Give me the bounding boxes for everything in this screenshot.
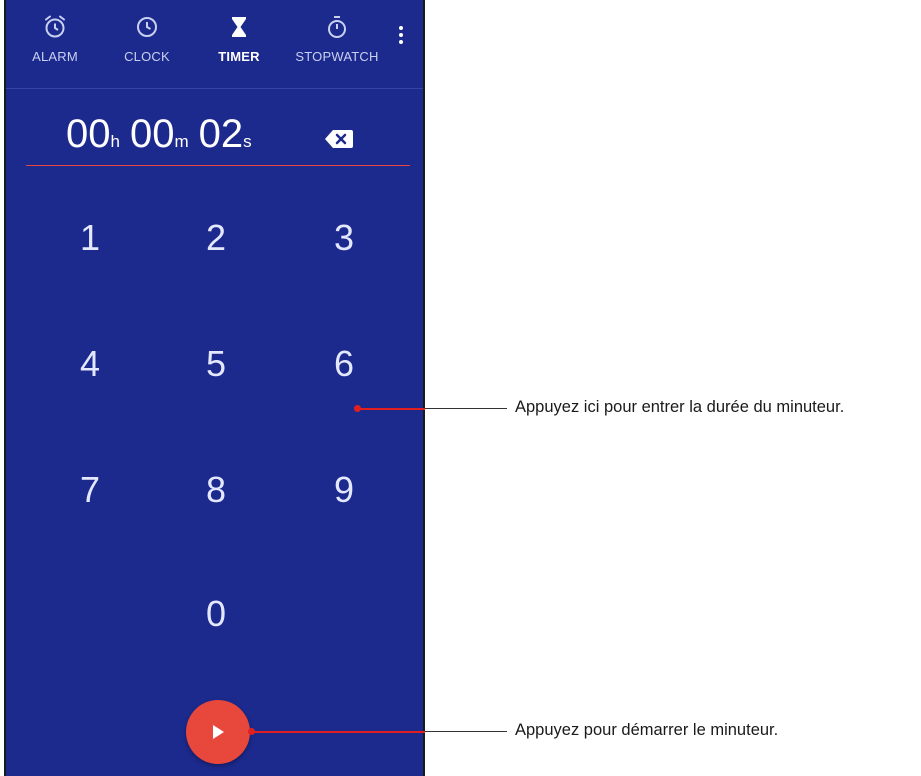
time-input-underline (26, 165, 410, 166)
callout-line (358, 408, 425, 410)
keypad-key-6[interactable]: 6 (304, 329, 384, 399)
stopwatch-icon (292, 14, 382, 40)
hourglass-icon (194, 14, 284, 40)
minutes-value: 00 (129, 112, 175, 156)
hours-value: 00 (66, 112, 111, 156)
tab-label: CLOCK (124, 49, 170, 64)
tab-label: ALARM (32, 49, 78, 64)
tab-label: TIMER (218, 49, 260, 64)
keypad-key-9[interactable]: 9 (304, 455, 384, 525)
backspace-icon[interactable] (324, 128, 354, 150)
keypad-key-1[interactable]: 1 (50, 203, 130, 273)
clock-icon (102, 14, 192, 40)
keypad-key-3[interactable]: 3 (304, 203, 384, 273)
keypad-key-2[interactable]: 2 (176, 203, 256, 273)
tab-stopwatch[interactable]: STOPWATCH (292, 14, 382, 64)
tab-timer[interactable]: TIMER (194, 14, 284, 64)
callout-line (425, 731, 507, 732)
alarm-icon (10, 14, 100, 40)
tab-bar: ALARM CLOCK TIMER STOPWATCH (6, 0, 423, 89)
timer-app-screen: ALARM CLOCK TIMER STOPWATCH 00h 00m 02s … (4, 0, 425, 776)
play-icon (213, 725, 224, 739)
keypad-key-7[interactable]: 7 (50, 455, 130, 525)
keypad-key-0[interactable]: 0 (176, 579, 256, 649)
timer-display: 00h 00m 02s (66, 112, 262, 162)
keypad-callout-text: Appuyez ici pour entrer la durée du minu… (515, 398, 845, 416)
tab-alarm[interactable]: ALARM (10, 14, 100, 64)
minutes-unit: m (174, 132, 189, 151)
callout-line (425, 408, 507, 409)
hours-unit: h (110, 132, 120, 151)
start-callout-text: Appuyez pour démarrer le minuteur. (515, 721, 779, 739)
keypad-key-8[interactable]: 8 (176, 455, 256, 525)
callout-line (252, 731, 425, 733)
seconds-unit: s (243, 132, 252, 151)
seconds-value: 02 (198, 112, 244, 156)
keypad-key-4[interactable]: 4 (50, 329, 130, 399)
tab-clock[interactable]: CLOCK (102, 14, 192, 64)
start-timer-button[interactable] (186, 700, 250, 764)
keypad-key-5[interactable]: 5 (176, 329, 256, 399)
tab-label: STOPWATCH (295, 49, 379, 64)
more-options-icon[interactable] (395, 26, 407, 48)
